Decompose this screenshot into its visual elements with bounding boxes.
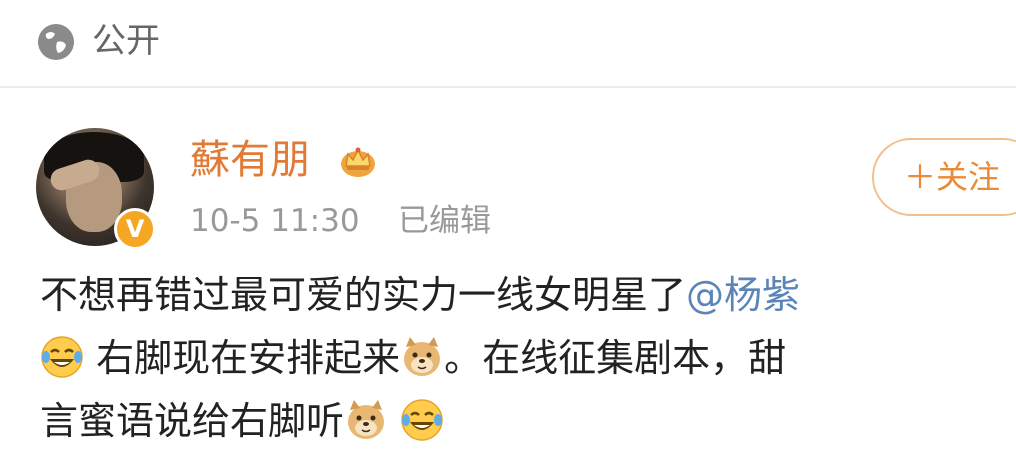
header-divider bbox=[0, 86, 1016, 88]
laughing-tears-emoji bbox=[41, 336, 83, 378]
mention-link[interactable]: @杨紫 bbox=[686, 273, 800, 317]
post-timestamp: 10-5 11:30 bbox=[190, 203, 360, 239]
post-line: 言蜜语说给右脚听 bbox=[40, 390, 1016, 453]
author-name[interactable]: 蘇有朋 bbox=[190, 134, 310, 186]
verified-v-icon: V bbox=[114, 208, 156, 250]
doge-emoji bbox=[348, 400, 385, 439]
visibility-label: 公开 bbox=[92, 21, 160, 61]
post-text: 言蜜语说给右脚听 bbox=[40, 399, 345, 443]
post-text: 。在线征集剧本，甜 bbox=[444, 336, 787, 380]
post-text: 不想再错过最可爱的实力一线女明星了 bbox=[40, 273, 687, 317]
post-line: 不想再错过最可爱的实力一线女明星了@杨紫 bbox=[40, 264, 1016, 327]
post-content: 不想再错过最可爱的实力一线女明星了@杨紫 右脚现在安排起来 。在线征集剧本，甜 … bbox=[40, 264, 1016, 453]
crown-icon bbox=[341, 147, 375, 177]
laughing-tears-emoji bbox=[401, 399, 443, 441]
post-header-bar: 公开 bbox=[0, 0, 1016, 86]
doge-emoji bbox=[404, 337, 441, 376]
follow-button[interactable]: ＋关注 bbox=[872, 138, 1016, 216]
globe-icon bbox=[38, 24, 74, 60]
post-text: 右脚现在安排起来 bbox=[84, 336, 401, 380]
edited-label[interactable]: 已编辑 bbox=[398, 200, 491, 242]
post-line: 右脚现在安排起来 。在线征集剧本，甜 bbox=[40, 327, 1016, 390]
